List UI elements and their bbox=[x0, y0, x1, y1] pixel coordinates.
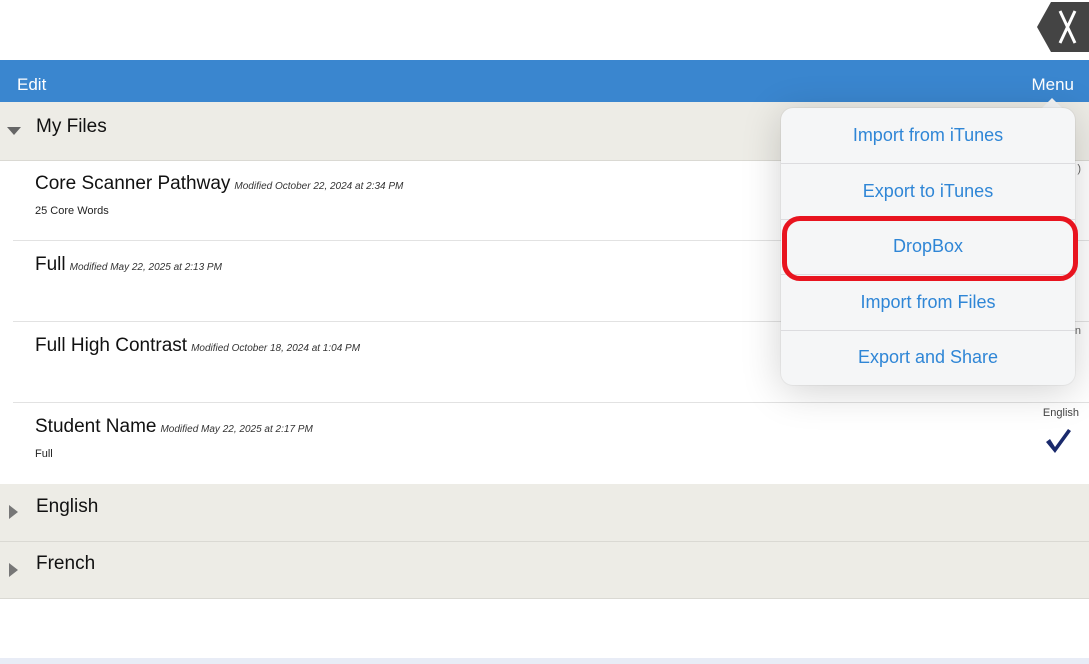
file-row-student-name[interactable]: Student Name Modified May 22, 2025 at 2:1… bbox=[0, 404, 1089, 484]
menu-button[interactable]: Menu bbox=[1031, 75, 1074, 95]
edit-button[interactable]: Edit bbox=[17, 75, 46, 95]
file-modified: Modified October 22, 2024 at 2:34 PM bbox=[234, 181, 404, 192]
triangle-right-icon bbox=[9, 563, 18, 577]
nav-bar: Edit Menu bbox=[0, 60, 1089, 102]
file-name: Full Modified May 22, 2025 at 2:13 PM bbox=[35, 254, 222, 275]
menu-item-import-from-files[interactable]: Import from Files bbox=[781, 275, 1075, 330]
highlight-ring bbox=[782, 216, 1078, 281]
top-bar bbox=[0, 0, 1089, 60]
divider bbox=[13, 402, 1089, 403]
section-title: French bbox=[36, 553, 96, 574]
row-edge-text: n bbox=[1074, 325, 1081, 337]
section-french[interactable]: French bbox=[0, 542, 1089, 599]
file-language: English bbox=[1042, 407, 1079, 419]
file-modified: Modified May 22, 2025 at 2:13 PM bbox=[69, 262, 222, 273]
file-modified: Modified October 18, 2024 at 1:04 PM bbox=[191, 343, 361, 354]
checkmark-icon bbox=[1046, 429, 1071, 453]
close-x-icon[interactable] bbox=[1037, 2, 1089, 52]
file-name: Student Name Modified May 22, 2025 at 2:1… bbox=[35, 416, 313, 437]
file-modified: Modified May 22, 2025 at 2:17 PM bbox=[160, 424, 313, 435]
triangle-down-icon bbox=[7, 127, 21, 135]
section-title: English bbox=[36, 496, 99, 517]
file-name: Core Scanner Pathway Modified October 22,… bbox=[35, 173, 404, 194]
menu-item-import-from-itunes[interactable]: Import from iTunes bbox=[781, 108, 1075, 163]
file-subtitle: 25 Core Words bbox=[35, 205, 109, 217]
row-edge-text: ) bbox=[1077, 163, 1081, 175]
section-english[interactable]: English bbox=[0, 484, 1089, 542]
section-title: My Files bbox=[36, 116, 107, 137]
triangle-right-icon bbox=[9, 505, 18, 519]
menu-item-export-and-share[interactable]: Export and Share bbox=[781, 330, 1075, 385]
bottom-strip bbox=[0, 658, 1089, 664]
file-name: Full High Contrast Modified October 18, 2… bbox=[35, 335, 361, 356]
menu-item-export-to-itunes[interactable]: Export to iTunes bbox=[781, 164, 1075, 219]
file-subtitle: Full bbox=[35, 448, 53, 460]
